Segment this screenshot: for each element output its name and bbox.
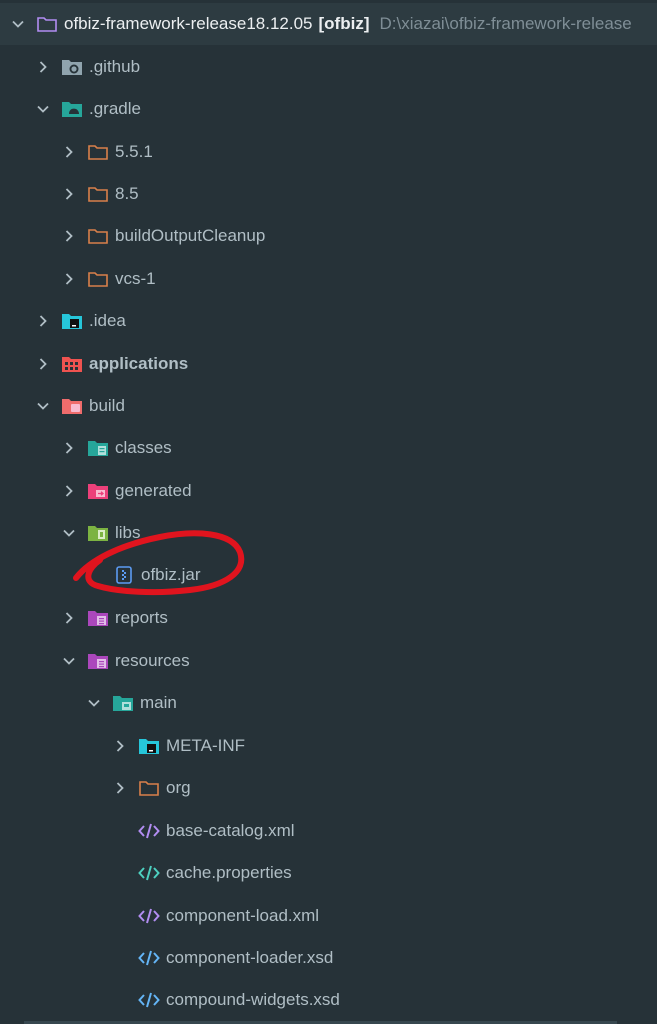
tree-row-main[interactable]: main — [0, 682, 657, 724]
tree-row-build-output-cleanup[interactable]: buildOutputCleanup — [0, 215, 657, 257]
classes-folder-icon — [87, 438, 109, 458]
tree-label: resources — [115, 651, 190, 670]
chevron-down-icon[interactable] — [10, 16, 26, 32]
tree-label: cache.properties — [166, 863, 292, 882]
xml-file-icon — [138, 821, 160, 841]
github-folder-icon — [61, 57, 83, 77]
tree-row-org[interactable]: org — [0, 767, 657, 809]
tree-row-5-5-1[interactable]: 5.5.1 — [0, 131, 657, 173]
chevron-down-icon[interactable] — [86, 695, 102, 711]
tree-row-classes[interactable]: classes — [0, 427, 657, 469]
chevron-right-icon[interactable] — [61, 610, 77, 626]
folder-icon — [138, 778, 160, 798]
tree-label: 5.5.1 — [115, 142, 153, 161]
chevron-right-icon[interactable] — [61, 186, 77, 202]
idea-folder-icon — [61, 311, 83, 331]
build-folder-icon — [61, 396, 83, 416]
tree-row-vcs-1[interactable]: vcs-1 — [0, 258, 657, 300]
libs-folder-icon — [87, 523, 109, 543]
chevron-right-icon[interactable] — [61, 144, 77, 160]
folder-icon — [36, 14, 58, 34]
resources-folder-icon — [87, 651, 109, 671]
chevron-right-icon[interactable] — [35, 313, 51, 329]
tree-row-component-load-xml[interactable]: component-load.xml — [0, 895, 657, 937]
chevron-right-icon[interactable] — [35, 356, 51, 372]
tree-row-generated[interactable]: generated — [0, 470, 657, 512]
tree-label: component-load.xml — [166, 906, 320, 925]
root-label: ofbiz-framework-release18.12.05 — [64, 14, 313, 33]
tree-label: classes — [115, 438, 172, 457]
chevron-down-icon[interactable] — [35, 398, 51, 414]
tree-label: libs — [115, 523, 141, 542]
folder-icon — [87, 269, 109, 289]
tree-row-github[interactable]: .github — [0, 46, 657, 88]
main-folder-icon — [112, 693, 134, 713]
tree-row-component-loader-xsd[interactable]: component-loader.xsd — [0, 937, 657, 979]
project-tree: ofbiz-framework-release18.12.05 [ofbiz] … — [0, 0, 657, 1024]
tree-label: org — [166, 778, 191, 797]
chevron-right-icon[interactable] — [61, 483, 77, 499]
chevron-right-icon[interactable] — [61, 271, 77, 287]
tree-label: .idea — [89, 311, 126, 330]
folder-icon — [87, 226, 109, 246]
chevron-right-icon[interactable] — [112, 738, 128, 754]
jar-file-icon — [113, 565, 135, 585]
tree-label: main — [140, 693, 177, 712]
tree-row-compound-widgets-xsd[interactable]: compound-widgets.xsd — [0, 979, 657, 1021]
tree-row-reports[interactable]: reports — [0, 597, 657, 639]
tree-row-ofbiz-jar[interactable]: ofbiz.jar — [0, 554, 657, 596]
tree-label: .gradle — [89, 99, 141, 118]
applications-folder-icon — [61, 354, 83, 374]
tree-row-libs[interactable]: libs — [0, 512, 657, 554]
gradle-folder-icon — [61, 99, 83, 119]
chevron-right-icon[interactable] — [61, 228, 77, 244]
folder-icon — [87, 184, 109, 204]
tree-row-root[interactable]: ofbiz-framework-release18.12.05 [ofbiz] … — [0, 3, 657, 45]
tree-label: ofbiz.jar — [141, 565, 201, 584]
chevron-down-icon[interactable] — [61, 653, 77, 669]
tree-label: generated — [115, 481, 192, 500]
tree-label: applications — [89, 354, 189, 373]
module-name: [ofbiz] — [318, 14, 370, 33]
tree-label: buildOutputCleanup — [115, 226, 266, 245]
tree-row-gradle[interactable]: .gradle — [0, 88, 657, 130]
tree-row-resources[interactable]: resources — [0, 640, 657, 682]
tree-row-cache-properties[interactable]: cache.properties — [0, 852, 657, 894]
tree-label: reports — [115, 608, 168, 627]
tree-label: compound-widgets.xsd — [166, 990, 340, 1009]
tree-row-base-catalog-xml[interactable]: base-catalog.xml — [0, 810, 657, 852]
tree-label: build — [89, 396, 125, 415]
tree-row-build[interactable]: build — [0, 385, 657, 427]
tree-label: base-catalog.xml — [166, 821, 295, 840]
root-path: D:\xiazai\ofbiz-framework-release — [379, 14, 632, 33]
folder-icon — [87, 142, 109, 162]
properties-file-icon — [138, 863, 160, 883]
chevron-down-icon[interactable] — [61, 525, 77, 541]
tree-label: .github — [89, 57, 141, 76]
tree-row-8-5[interactable]: 8.5 — [0, 173, 657, 215]
tree-label: 8.5 — [115, 184, 139, 203]
xsd-file-icon — [138, 948, 160, 968]
chevron-down-icon[interactable] — [35, 101, 51, 117]
tree-row-applications[interactable]: applications — [0, 343, 657, 385]
tree-row-meta-inf[interactable]: META-INF — [0, 725, 657, 767]
tree-label: vcs-1 — [115, 269, 156, 288]
chevron-right-icon[interactable] — [112, 780, 128, 796]
reports-folder-icon — [87, 608, 109, 628]
chevron-right-icon[interactable] — [35, 59, 51, 75]
xml-file-icon — [138, 906, 160, 926]
meta-inf-folder-icon — [138, 736, 160, 756]
generated-folder-icon — [87, 481, 109, 501]
tree-label: component-loader.xsd — [166, 948, 334, 967]
xsd-file-icon — [138, 990, 160, 1010]
chevron-right-icon[interactable] — [61, 440, 77, 456]
tree-label: META-INF — [166, 736, 246, 755]
tree-row-idea[interactable]: .idea — [0, 300, 657, 342]
